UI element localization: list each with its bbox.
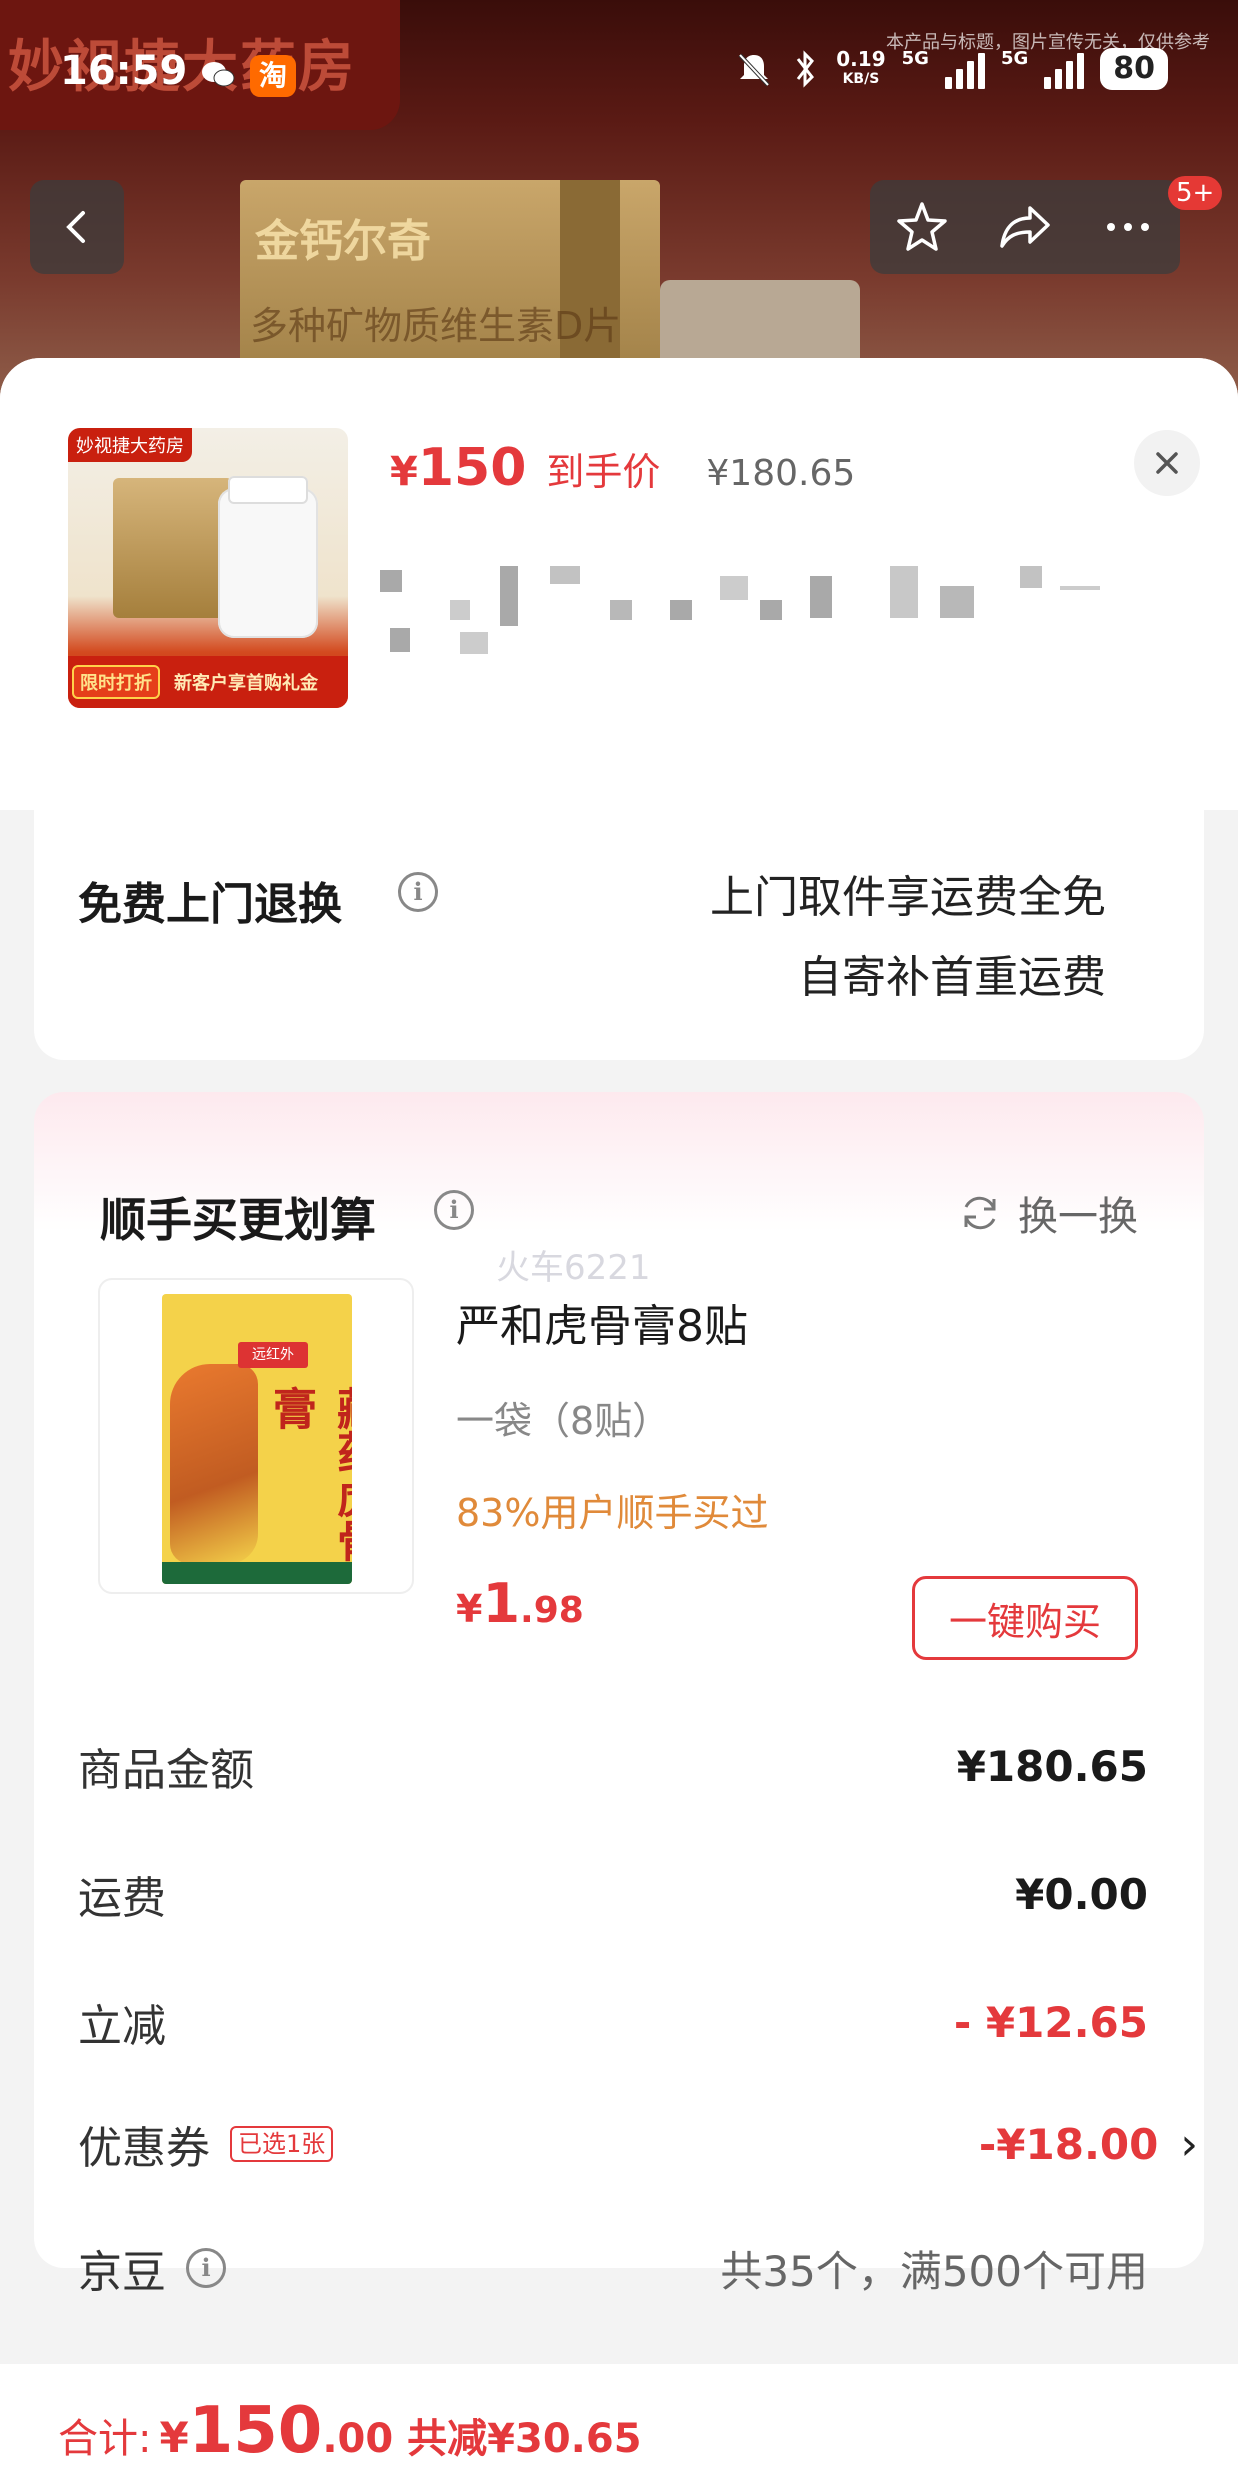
return-desc-line: 自寄补首重运费: [798, 952, 1106, 1003]
thumb-bottle-cap: [228, 476, 308, 504]
summary-row-goods: 商品金额 ¥180.65: [78, 1726, 1148, 1806]
summary-label: 优惠券: [78, 2123, 210, 2174]
net-type-1: 5G: [901, 48, 929, 69]
summary-row-shipping: 运费 ¥0.00: [78, 1854, 1148, 1934]
add-on-title: 顺手买更划算: [100, 1193, 376, 1247]
price-row: ¥150 到手价 ¥180.65: [390, 438, 855, 498]
clock: 16:59: [60, 48, 188, 94]
jingdou-label-group: 京豆 i: [78, 2236, 226, 2300]
return-desc: 上门取件享运费全免 自寄补首重运费: [710, 858, 1106, 1018]
plaster-head: 远红外: [238, 1342, 308, 1368]
plaster-foot: [162, 1562, 352, 1584]
add-on-product-image[interactable]: 远红外 藏药虎骨膏: [98, 1278, 414, 1594]
watermark: 火车6221: [496, 1248, 651, 1288]
product-subtitle-text: 多种矿物质维生素D片: [250, 304, 622, 348]
thumb-promo-text: 新客户享首购礼金: [174, 673, 318, 694]
coupon-value-group: -¥18.00 ›: [979, 2119, 1198, 2170]
summary-value: - ¥12.65: [953, 1997, 1148, 2047]
one-click-buy-button[interactable]: 一键购买: [912, 1576, 1138, 1660]
product-thumbnail[interactable]: 妙视捷大药房 限时打折 新客户享首购礼金: [68, 428, 348, 708]
thumb-promo-tag: 限时打折: [72, 665, 160, 699]
summary-label: 运费: [78, 1873, 166, 1924]
add-on-price: ¥1.98: [456, 1572, 584, 1635]
back-button[interactable]: [30, 180, 124, 274]
thumb-shop-label: 妙视捷大药房: [68, 428, 192, 462]
net-type-2: 5G: [1000, 48, 1029, 69]
swap-button[interactable]: 换一换: [958, 1184, 1138, 1242]
summary-value: ¥0.00: [1015, 1869, 1148, 1919]
coupon-label-group: 优惠券 已选1张: [78, 2112, 334, 2176]
plaster-package: 远红外 藏药虎骨膏: [162, 1294, 352, 1584]
tiger-image: [170, 1364, 258, 1564]
message-count-badge: 5+: [1168, 176, 1223, 210]
summary-row-jingdou: 京豆 i 共35个，满500个可用: [78, 2228, 1148, 2308]
pixelated-product-title: [360, 556, 1160, 656]
summary-label: 商品金额: [78, 1745, 254, 1796]
summary-row-discount: 立减 - ¥12.65: [78, 1982, 1148, 2062]
coupon-selected-tag: 已选1张: [230, 2126, 334, 2162]
summary-value: ¥180.65: [956, 1741, 1148, 1791]
info-icon[interactable]: i: [434, 1190, 474, 1230]
add-on-purchase-rate: 83%用户顺手买过: [456, 1491, 769, 1535]
final-price-label: 到手价: [546, 450, 661, 494]
return-policy-card: 免费上门退换 i 上门取件享运费全免 自寄补首重运费: [34, 750, 1204, 1060]
total-label: 合计:: [58, 2416, 152, 2462]
status-bar: 16:59 淘 0.19 KB/S 5G 5G 80: [0, 0, 1238, 140]
total-symbol: ¥: [159, 2413, 189, 2462]
price-summary-card: 商品金额 ¥180.65 运费 ¥0.00 立减 - ¥12.65 优惠券 已选…: [34, 1668, 1204, 2298]
battery-indicator: 80: [1100, 48, 1168, 90]
status-icons: 0.19 KB/S 5G 5G 80: [734, 48, 1168, 90]
info-icon[interactable]: i: [398, 872, 438, 912]
mute-bell-icon: [738, 53, 770, 87]
total-price: 合计: ¥ 150 .00 共减¥30.65: [58, 2394, 642, 2468]
thumb-box: [113, 478, 233, 618]
total-savings: 共减¥30.65: [407, 2416, 642, 2462]
signal-icon-2: [1044, 49, 1085, 89]
add-on-product-spec: 一袋（8贴）: [456, 1399, 671, 1443]
add-on-product-name[interactable]: 严和虎骨膏8贴: [456, 1290, 748, 1354]
summary-value: -¥18.00: [978, 2119, 1159, 2169]
signal-icon: [944, 49, 985, 89]
bluetooth-icon: [797, 50, 815, 88]
final-price: ¥150: [390, 438, 527, 498]
plaster-title: 藏药虎骨膏: [265, 1386, 352, 1562]
chevron-left-icon: [66, 211, 85, 243]
close-button[interactable]: [1134, 430, 1200, 496]
more-icon[interactable]: [1099, 198, 1157, 256]
checkout-sheet: 妙视捷大药房 限时打折 新客户享首购礼金 ¥150 到手价 ¥180.65 免费…: [0, 358, 1238, 2491]
taobao-app-icon: 淘: [250, 55, 296, 97]
total-int: 150: [188, 2394, 323, 2468]
wechat-icon: [200, 60, 236, 90]
summary-row-coupon[interactable]: 优惠券 已选1张 -¥18.00 ›: [78, 2104, 1198, 2184]
thumb-bottle: [218, 488, 318, 638]
swap-label: 换一换: [1018, 1194, 1138, 1240]
summary-value: 共35个，满500个可用: [720, 2246, 1148, 2296]
original-price: ¥180.65: [706, 453, 856, 494]
info-icon[interactable]: i: [186, 2248, 226, 2288]
sheet-header: 妙视捷大药房 限时打折 新客户享首购礼金 ¥150 到手价 ¥180.65: [0, 358, 1238, 750]
nav-actions: [870, 180, 1180, 274]
product-brand-text: 金钙尔奇: [255, 216, 431, 267]
return-title: 免费上门退换: [78, 879, 342, 930]
star-icon[interactable]: [893, 198, 951, 256]
total-dec: .00: [322, 2416, 394, 2462]
share-icon[interactable]: [996, 198, 1054, 256]
return-desc-line: 上门取件享运费全免: [710, 872, 1106, 923]
checkout-footer: 合计: ¥ 150 .00 共减¥30.65: [0, 2364, 1238, 2491]
net-speed: 0.19 KB/S: [836, 47, 886, 87]
close-icon: [1156, 452, 1178, 474]
summary-label: 京豆: [78, 2247, 166, 2298]
thumb-promo: 限时打折 新客户享首购礼金: [68, 656, 348, 708]
summary-label: 立减: [78, 2001, 166, 2052]
chevron-right-icon: ›: [1180, 2118, 1198, 2170]
refresh-icon: [964, 1196, 996, 1230]
